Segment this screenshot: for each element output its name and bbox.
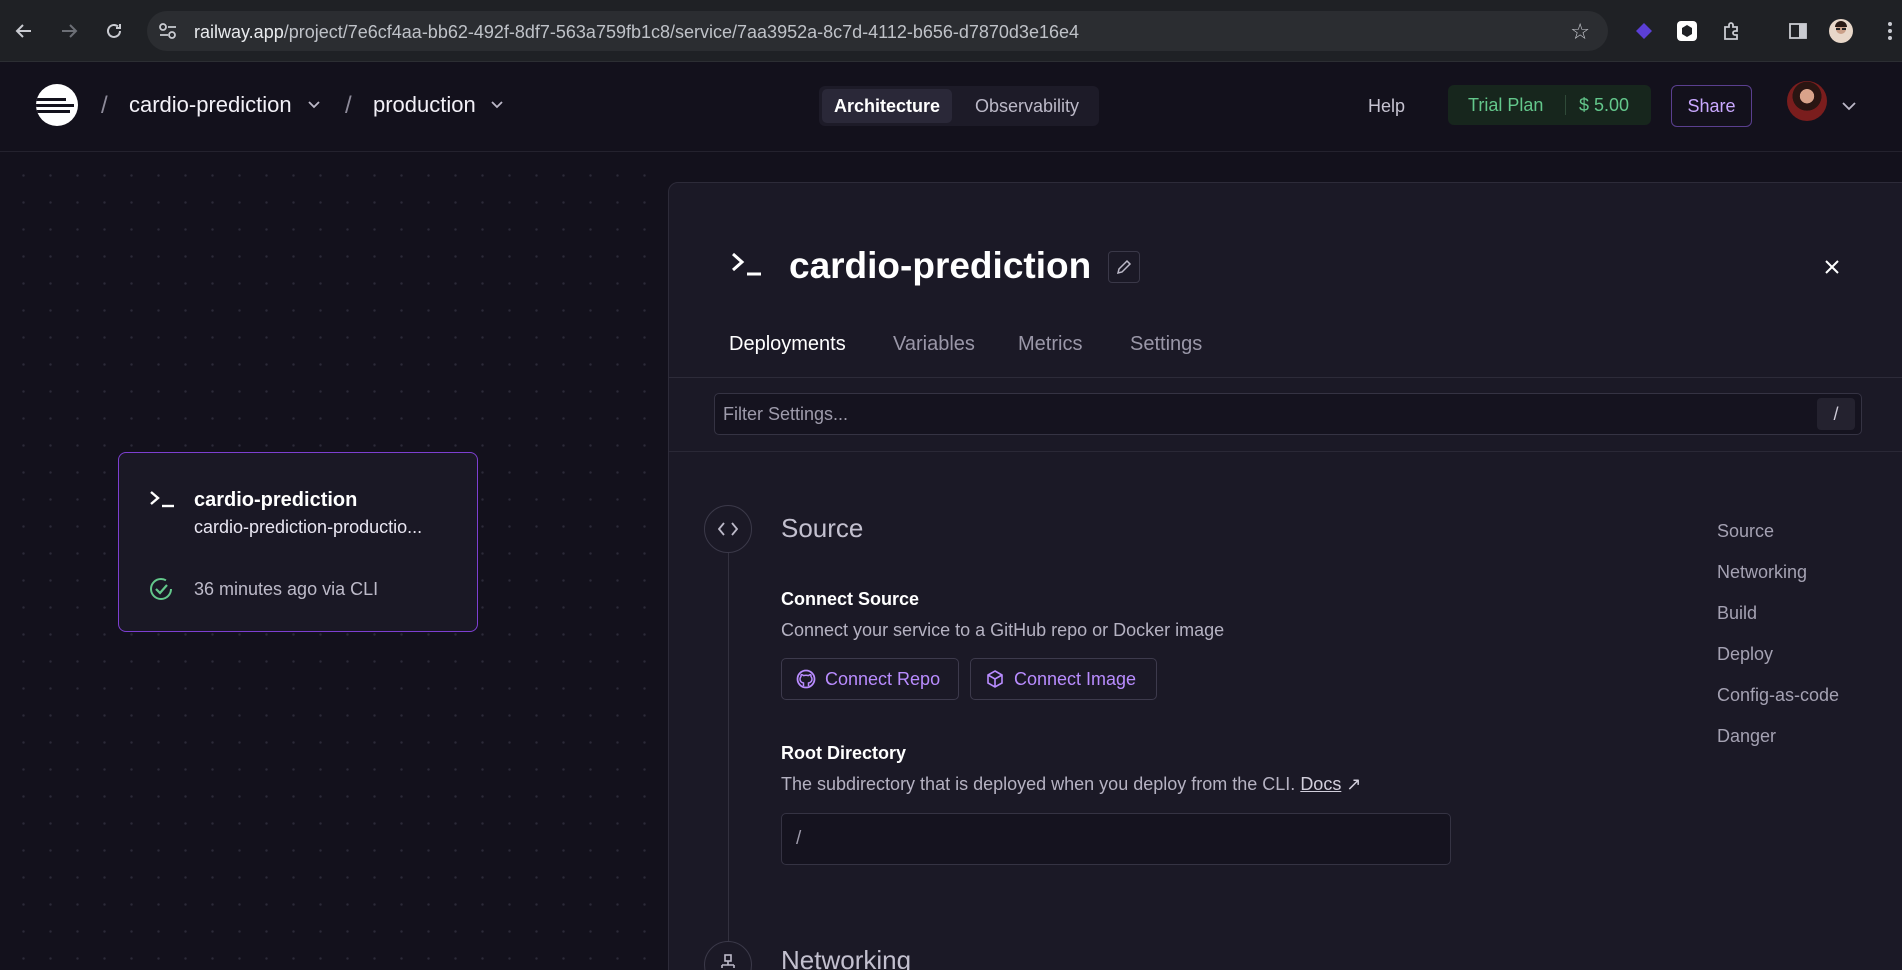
back-icon[interactable] (10, 17, 38, 45)
filter-placeholder: Filter Settings... (723, 404, 849, 424)
site-settings-icon[interactable] (158, 22, 178, 40)
toc-item-deploy[interactable]: Deploy (1717, 644, 1839, 685)
service-card[interactable]: cardio-prediction cardio-prediction-prod… (118, 452, 478, 632)
view-switcher: Architecture Observability (819, 86, 1099, 126)
tab-settings[interactable]: Settings (1130, 333, 1202, 356)
toc-item-source[interactable]: Source (1717, 521, 1839, 562)
tab-observability[interactable]: Observability (961, 89, 1093, 123)
root-directory-input[interactable]: / (781, 813, 1451, 865)
filter-shortcut-key: / (1817, 398, 1855, 430)
docs-link[interactable]: Docs (1300, 774, 1341, 794)
connect-image-label: Connect Image (1014, 668, 1137, 689)
project-chevron-down-icon[interactable] (307, 98, 321, 112)
service-panel: cardio-prediction Deployments Variables … (668, 182, 1902, 970)
connect-image-button[interactable]: Connect Image (970, 658, 1157, 700)
side-panel-icon[interactable] (1786, 19, 1810, 43)
connect-repo-label: Connect Repo (825, 668, 941, 689)
tab-deployments[interactable]: Deployments (729, 333, 846, 356)
profile-avatar-icon[interactable] (1829, 19, 1853, 43)
architecture-canvas[interactable]: cardio-prediction cardio-prediction-prod… (0, 152, 668, 970)
address-bar[interactable]: railway.app/project/7e6cf4aa-bb62-492f-8… (147, 11, 1608, 51)
breadcrumb-environment[interactable]: production (373, 92, 476, 118)
extensions-puzzle-icon[interactable] (1720, 19, 1744, 43)
toc-item-config-as-code[interactable]: Config-as-code (1717, 685, 1839, 726)
credit-balance: $ 5.00 (1579, 95, 1630, 115)
panel-tabs: Deployments Variables Metrics Settings (669, 333, 1902, 378)
breadcrumb-project[interactable]: cardio-prediction (129, 92, 292, 118)
terminal-icon (150, 491, 174, 508)
bookmark-star-icon[interactable]: ☆ (1570, 19, 1590, 45)
reload-icon[interactable] (100, 17, 128, 45)
toc-item-build[interactable]: Build (1717, 603, 1839, 644)
account-chevron-down-icon[interactable] (1841, 98, 1857, 114)
divider (669, 451, 1902, 452)
tab-variables[interactable]: Variables (893, 333, 975, 356)
terminal-icon (732, 252, 761, 276)
breadcrumb-separator: / (101, 92, 108, 119)
section-title-source: Source (781, 513, 864, 543)
browser-toolbar: railway.app/project/7e6cf4aa-bb62-492f-8… (0, 0, 1902, 62)
external-link-icon: ↗ (1346, 774, 1362, 794)
section-title-networking: Networking (781, 945, 912, 970)
code-brackets-icon (704, 505, 752, 553)
browser-menu-icon[interactable] (1878, 19, 1902, 43)
root-directory-description-text: The subdirectory that is deployed when y… (781, 774, 1296, 794)
settings-toc: Source Networking Build Deploy Config-as… (1717, 521, 1839, 767)
url-text: railway.app/project/7e6cf4aa-bb62-492f-8… (194, 22, 1079, 42)
trial-plan-badge[interactable]: Trial Plan $ 5.00 (1448, 85, 1651, 125)
root-directory-description: The subdirectory that is deployed when y… (781, 774, 1361, 795)
extension-box-icon[interactable] (1675, 19, 1699, 43)
network-icon (704, 941, 752, 970)
breadcrumb-separator: / (345, 92, 352, 119)
divider (1565, 95, 1566, 115)
extension-purple-icon[interactable] (1632, 19, 1656, 43)
edit-name-button[interactable] (1108, 251, 1140, 283)
toc-item-danger[interactable]: Danger (1717, 726, 1839, 767)
railway-logo[interactable] (36, 84, 78, 126)
service-domain: cardio-prediction-productio... (194, 517, 423, 537)
section-timeline (728, 523, 729, 970)
share-button[interactable]: Share (1671, 85, 1752, 127)
forward-icon[interactable] (55, 17, 83, 45)
success-check-icon (150, 578, 172, 600)
close-icon[interactable] (1822, 257, 1842, 277)
environment-chevron-down-icon[interactable] (490, 98, 504, 112)
tab-architecture[interactable]: Architecture (822, 89, 952, 123)
pencil-icon (1116, 259, 1132, 275)
service-name: cardio-prediction (194, 489, 358, 511)
tab-metrics[interactable]: Metrics (1018, 333, 1082, 356)
panel-title: cardio-prediction (789, 245, 1092, 286)
help-link[interactable]: Help (1368, 96, 1405, 117)
connect-source-description: Connect your service to a GitHub repo or… (781, 620, 1225, 640)
plan-label: Trial Plan (1468, 95, 1544, 115)
connect-repo-button[interactable]: Connect Repo (781, 658, 959, 700)
user-avatar[interactable] (1787, 81, 1827, 121)
connect-source-label: Connect Source (781, 589, 920, 609)
root-directory-value: / (796, 828, 802, 849)
filter-settings-input[interactable]: Filter Settings... / (714, 393, 1862, 435)
deployment-status: 36 minutes ago via CLI (194, 579, 379, 599)
root-directory-label: Root Directory (781, 743, 907, 763)
box-icon (987, 670, 1003, 688)
toc-item-networking[interactable]: Networking (1717, 562, 1839, 603)
app-header: / cardio-prediction / production Archite… (0, 62, 1902, 152)
github-icon (796, 669, 816, 689)
